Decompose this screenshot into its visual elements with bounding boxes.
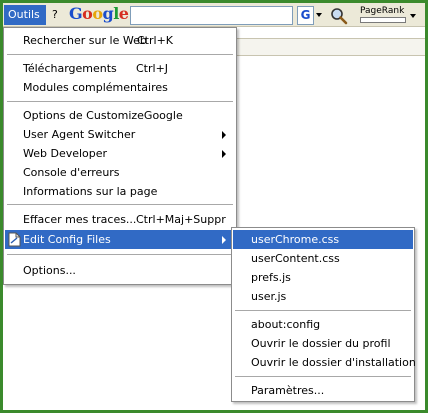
chevron-right-icon	[222, 150, 226, 158]
menu-separator	[7, 101, 233, 102]
document-icon	[8, 232, 21, 247]
submenu-item-open-install[interactable]: Ouvrir le dossier d'installation	[233, 353, 416, 372]
menu-item-telechargements[interactable]: Téléchargements Ctrl+J	[5, 59, 235, 78]
toolbar: Outils ? Google G PageRank	[3, 3, 425, 27]
menu-item-console[interactable]: Console d'erreurs	[5, 163, 235, 182]
secondary-toolbar	[236, 38, 425, 56]
submenu-item-user-js[interactable]: user.js	[233, 287, 413, 306]
menu-item-shortcut: Ctrl+Maj+Suppr	[136, 213, 226, 226]
menu-item-web-developer[interactable]: Web Developer	[5, 144, 235, 163]
search-input[interactable]	[130, 6, 293, 25]
menu-item-label: Paramètres...	[251, 384, 325, 397]
outils-menu: Rechercher sur le Web Ctrl+K Téléchargem…	[3, 27, 237, 285]
menu-item-label: userChrome.css	[251, 233, 340, 246]
menu-item-label: about:config	[251, 318, 321, 331]
menu-item-label: prefs.js	[251, 271, 291, 284]
edit-config-submenu: userChrome.css userContent.css prefs.js …	[231, 227, 416, 402]
menu-item-label: Web Developer	[23, 147, 108, 160]
menu-item-label: Ouvrir le dossier d'installation	[251, 356, 416, 369]
menu-item-label: User Agent Switcher	[23, 128, 136, 141]
menu-item-label: Ouvrir le dossier du profil	[251, 337, 391, 350]
menu-item-edit-config-files[interactable]: Edit Config Files	[5, 230, 235, 249]
menu-separator	[7, 54, 233, 55]
menu-item-customizegoogle[interactable]: Options de CustomizeGoogle	[5, 106, 235, 125]
menu-help[interactable]: ?	[52, 8, 58, 21]
magnifier-icon[interactable]	[330, 7, 348, 25]
menu-outils[interactable]: Outils	[4, 5, 46, 25]
google-search-button[interactable]: G	[297, 6, 314, 25]
menu-item-label: Edit Config Files	[23, 233, 111, 246]
pagerank-label: PageRank	[360, 6, 405, 16]
google-letter: g	[102, 4, 114, 23]
menu-item-options[interactable]: Options...	[5, 261, 235, 280]
google-letter: G	[69, 4, 83, 23]
chevron-right-icon	[222, 236, 226, 244]
google-logo[interactable]: Google	[69, 4, 129, 23]
submenu-item-open-profile[interactable]: Ouvrir le dossier du profil	[233, 334, 413, 353]
menu-item-shortcut: Ctrl+J	[136, 62, 169, 75]
submenu-item-parametres[interactable]: Paramètres...	[233, 381, 413, 400]
menu-item-shortcut: Ctrl+K	[137, 34, 174, 47]
menu-item-label: Effacer mes traces...	[23, 213, 137, 226]
menu-item-label: Console d'erreurs	[23, 166, 120, 179]
menu-item-label: userContent.css	[251, 252, 340, 265]
chevron-down-icon[interactable]	[410, 14, 416, 18]
submenu-item-prefs[interactable]: prefs.js	[233, 268, 413, 287]
google-letter: o	[92, 4, 103, 23]
menu-item-label: Options...	[23, 264, 76, 277]
menu-item-user-agent-switcher[interactable]: User Agent Switcher	[5, 125, 235, 144]
pagerank-bar	[360, 17, 406, 23]
menu-item-label: Informations sur la page	[23, 185, 158, 198]
menu-item-label: Téléchargements	[23, 62, 117, 75]
menu-item-label: Rechercher sur le Web	[23, 34, 147, 47]
submenu-item-usercontent[interactable]: userContent.css	[233, 249, 413, 268]
chevron-down-icon[interactable]	[316, 13, 322, 17]
submenu-item-userchrome[interactable]: userChrome.css	[233, 230, 413, 249]
menu-item-label: Modules complémentaires	[23, 81, 168, 94]
menu-item-rechercher[interactable]: Rechercher sur le Web Ctrl+K	[5, 31, 235, 50]
google-letter: o	[82, 4, 93, 23]
menu-item-modules[interactable]: Modules complémentaires	[5, 78, 235, 97]
menu-item-informations[interactable]: Informations sur la page	[5, 182, 235, 201]
menu-separator	[7, 204, 233, 205]
chevron-right-icon	[222, 131, 226, 139]
submenu-item-about-config[interactable]: about:config	[233, 315, 413, 334]
google-letter: e	[118, 4, 129, 23]
menu-separator	[235, 310, 411, 311]
menu-item-label: user.js	[251, 290, 287, 303]
menu-separator	[235, 376, 411, 377]
menu-separator	[7, 254, 233, 255]
menu-item-label: Options de CustomizeGoogle	[23, 109, 183, 122]
menu-item-effacer-traces[interactable]: Effacer mes traces... Ctrl+Maj+Suppr	[5, 210, 235, 229]
